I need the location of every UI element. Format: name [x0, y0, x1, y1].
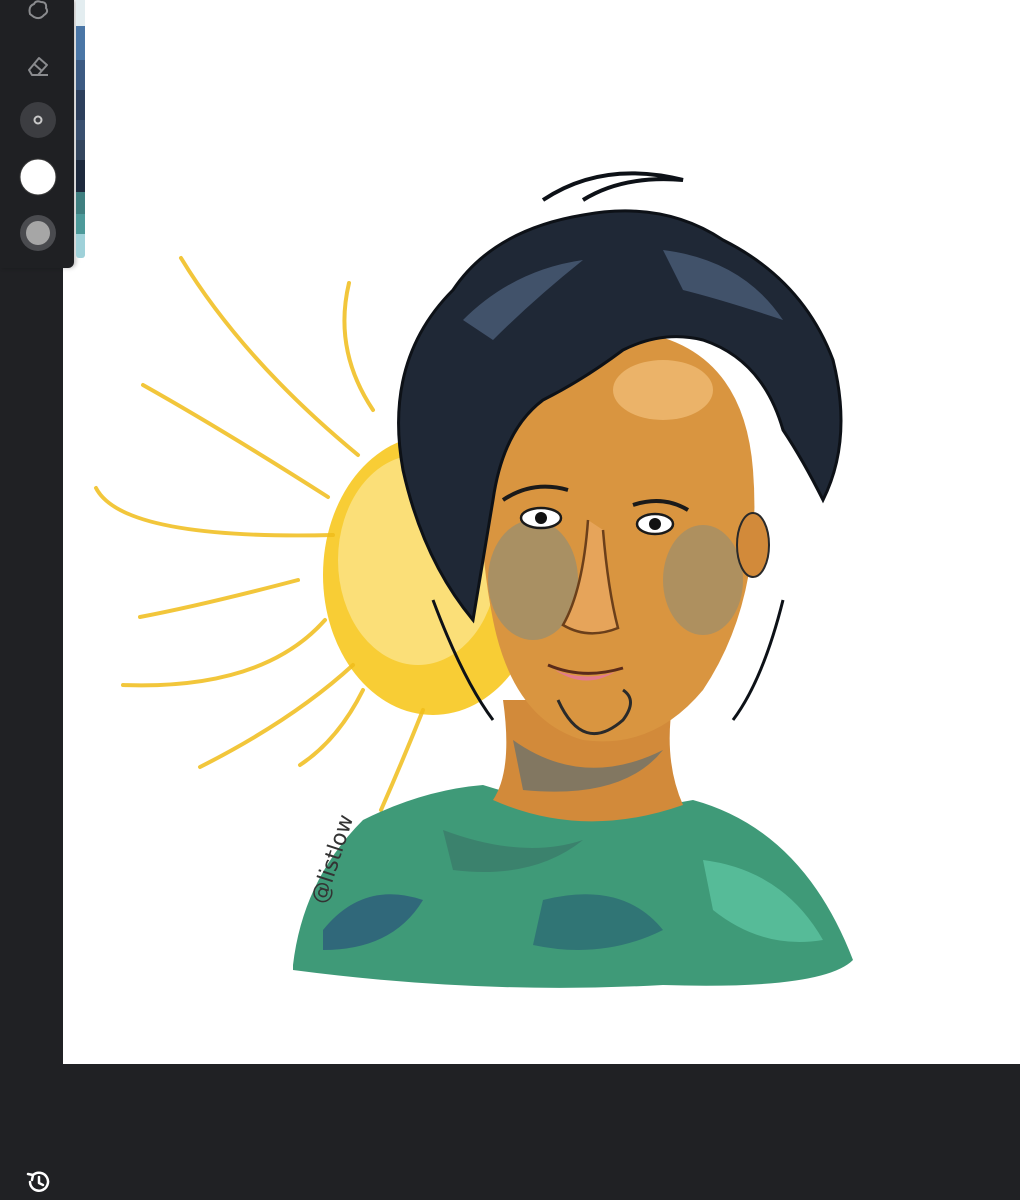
brush-opacity-control[interactable]: [18, 213, 58, 253]
palette-swatch[interactable]: [76, 234, 85, 258]
palette-swatch[interactable]: [76, 214, 85, 234]
right-pupil: [649, 518, 661, 530]
palette-swatch[interactable]: [76, 90, 85, 120]
history-button[interactable]: [22, 1166, 54, 1198]
brush-size-control[interactable]: [18, 100, 58, 140]
tool-panel: [0, 0, 74, 268]
palette-swatch[interactable]: [76, 120, 85, 140]
drawing-canvas[interactable]: @listlow: [63, 0, 1020, 1064]
history-icon: [26, 1171, 50, 1192]
ear: [736, 512, 770, 578]
cheek-shade-right: [663, 525, 743, 635]
primary-color[interactable]: [18, 157, 58, 197]
hair-side-right: [731, 599, 785, 721]
smudge-icon: [28, 0, 49, 20]
opacity-icon: [20, 215, 56, 251]
bottom-bar: [0, 1064, 1020, 1200]
palette-swatch[interactable]: [76, 160, 85, 192]
palette-swatch[interactable]: [76, 140, 85, 160]
smudge-tool[interactable]: [18, 0, 58, 30]
palette-swatch[interactable]: [76, 192, 85, 214]
palette-swatch[interactable]: [76, 60, 85, 90]
eraser-tool[interactable]: [18, 46, 58, 86]
forehead-highlight: [613, 360, 713, 420]
left-pupil: [535, 512, 547, 524]
eraser-icon: [28, 57, 48, 76]
palette-swatch[interactable]: [76, 0, 85, 26]
hair-curl: [541, 171, 684, 202]
color-white-icon: [19, 158, 57, 196]
color-palette: [76, 0, 85, 258]
artwork: @listlow: [94, 171, 853, 988]
brush-size-icon: [20, 102, 56, 138]
palette-swatch[interactable]: [76, 26, 85, 60]
